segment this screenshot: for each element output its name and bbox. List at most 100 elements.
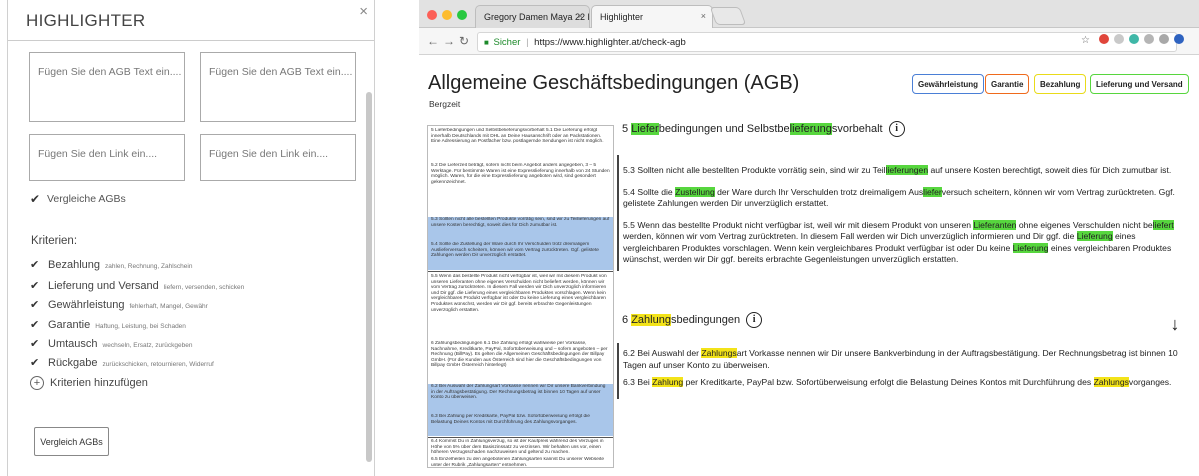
forward-arrow-icon[interactable]: → <box>443 34 455 48</box>
thumb-section-5: 5 Lieferbedingungen und Selbstbelieferun… <box>431 128 604 145</box>
browser-window: Gregory Damen Maya 22 Ruck × Highlighter… <box>419 0 1199 476</box>
checkmark-icon: ✔ <box>30 192 41 206</box>
section-6-heading: 6 Zahlungsbedingungen i <box>622 312 763 328</box>
down-arrow-icon[interactable]: ↓ <box>1166 313 1184 335</box>
extension-icon[interactable] <box>1114 34 1124 44</box>
filter-lieferung-button[interactable]: Lieferung und Versand <box>1090 74 1189 94</box>
criteria-item-gewaehrleistung[interactable]: ✔ Gewährleistung fehlerhaft, Mangel, Gew… <box>30 298 208 311</box>
thumb-divider <box>428 271 613 272</box>
paragraph-5-4: 5.4 Sollte die Zustellung der Ware durch… <box>623 186 1175 208</box>
close-window-icon[interactable] <box>427 10 437 20</box>
criteria-label: Gewährleistung <box>48 299 125 311</box>
page-title: Allgemeine Geschäftsbedingungen (AGB) <box>428 72 800 94</box>
extension-icon[interactable] <box>1099 34 1109 44</box>
secure-label: Sicher <box>493 37 521 48</box>
criteria-keywords: Haftung, Leistung, bei Schaden <box>95 323 186 330</box>
criteria-label: Umtausch <box>48 338 98 350</box>
extension-icon[interactable] <box>1159 34 1169 44</box>
agb-text-input-2[interactable]: Fügen Sie den AGB Text ein.... <box>200 52 356 122</box>
info-icon[interactable]: i <box>746 312 763 328</box>
lock-icon: ■ <box>484 38 489 47</box>
checkmark-icon: ✔ <box>30 280 40 292</box>
link-input-2[interactable]: Fügen Sie den Link ein.... <box>200 134 356 181</box>
extension-icon[interactable] <box>1144 34 1154 44</box>
criteria-label: Garantie <box>48 319 91 331</box>
criteria-keywords: liefern, versenden, schicken <box>163 284 245 291</box>
criteria-label: Lieferung und Versand <box>48 280 159 292</box>
filter-garantie-button[interactable]: Garantie <box>985 74 1030 94</box>
checkmark-icon: ✔ <box>30 338 40 350</box>
section-6-title: 6 Zahlungsbedingungen <box>622 314 741 326</box>
paragraph-5-5: 5.5 Wenn das bestellte Produkt nicht ver… <box>623 219 1174 264</box>
tab-highlighter[interactable]: Highlighter × <box>591 5 713 28</box>
divider <box>8 40 374 41</box>
criteria-item-bezahlung[interactable]: ✔ Bezahlung zahlen, Rechnung, Zahlschein <box>30 258 192 271</box>
plus-circle-icon: + <box>30 376 44 390</box>
thumb-section-6-2: 6.2 Bei Auswahl der Zahlungsart Vorkasse… <box>428 384 613 414</box>
section-6-paragraphs: 6.2 Bei Auswahl der Zahlungsart Vorkasse… <box>617 346 1199 396</box>
tab-close-icon[interactable]: × <box>701 11 706 21</box>
criteria-label: Rückgabe <box>48 357 98 369</box>
criteria-item-garantie[interactable]: ✔ Garantie Haftung, Leistung, bei Schade… <box>30 318 186 331</box>
criteria-keywords: wechseln, Ersatz, zurückgeben <box>102 342 193 349</box>
new-tab-button[interactable] <box>709 7 747 25</box>
address-bar: ← → ↻ ■ Sicher | https://www.highlighter… <box>419 28 1199 55</box>
tab-label: Gregory Damen Maya 22 Ruck <box>484 12 589 22</box>
criteria-keywords: fehlerhaft, Mangel, Gewähr <box>129 303 208 310</box>
panel-title: HIGHLIGHTER <box>26 11 146 30</box>
agb-text-input-1[interactable]: Fügen Sie den AGB Text ein.... <box>29 52 185 122</box>
add-criteria-label: Kriterien hinzufügen <box>50 377 148 389</box>
thumb-section-5-5: 5.5 Wenn das bestellte Produkt nicht ver… <box>431 274 607 313</box>
scrollbar[interactable] <box>366 92 372 462</box>
checkmark-icon: ✔ <box>30 299 40 311</box>
checkmark-icon: ✔ <box>30 319 40 331</box>
thumb-divider <box>428 437 613 438</box>
star-icon[interactable]: ☆ <box>1081 35 1090 46</box>
filter-gewaehrleistung-button[interactable]: Gewährleistung <box>912 74 985 94</box>
url-text: https://www.highlighter.at/check-agb <box>534 37 686 48</box>
close-icon[interactable]: × <box>359 4 368 19</box>
thumb-section-5-4: 5.4 Sollte die Zustellung der Ware durch… <box>428 242 613 270</box>
criteria-title: Kriterien: <box>31 235 78 247</box>
criteria-keywords: zurückschicken, retournieren, Widerruf <box>102 361 214 368</box>
highlighter-panel: HIGHLIGHTER × Fügen Sie den AGB Text ein… <box>7 0 375 476</box>
add-criteria-button[interactable]: + Kriterien hinzufügen <box>30 376 148 390</box>
minimize-window-icon[interactable] <box>442 10 452 20</box>
shop-name: Bergzeit <box>429 99 461 109</box>
extension-icon[interactable] <box>1129 34 1139 44</box>
tab-strip: Gregory Damen Maya 22 Ruck × Highlighter… <box>419 0 1199 28</box>
reload-icon[interactable]: ↻ <box>459 34 469 48</box>
tab-close-icon[interactable]: × <box>578 11 583 21</box>
thumb-section-6-5: 6.5 Einzelheiten zu den angebotenen Zahl… <box>431 457 604 468</box>
thumb-section-6: 6 Zahlungsbedingungen 6.1 Die Zahlung er… <box>431 341 608 369</box>
document-thumbnail[interactable]: 5 Lieferbedingungen und Selbstbelieferun… <box>427 125 614 468</box>
extension-icon[interactable] <box>1174 34 1184 44</box>
thumb-section-6-4: 6.4 Kommst Du in Zahlungsverzug, so ist … <box>431 439 604 456</box>
thumb-section-5-2: 5.2 Die Lieferzeit beträgt, sofern nicht… <box>431 163 610 185</box>
compare-agbs-button[interactable]: Vergleich AGBs <box>34 427 109 456</box>
criteria-keywords: zahlen, Rechnung, Zahlschein <box>105 263 193 270</box>
url-input[interactable]: ■ Sicher | https://www.highlighter.at/ch… <box>477 32 1177 52</box>
tab-gregory[interactable]: Gregory Damen Maya 22 Ruck × <box>475 5 590 28</box>
section-5-paragraphs: 5.3 Sollten nicht alle bestellten Produk… <box>617 163 1199 273</box>
filter-bezahlung-button[interactable]: Bezahlung <box>1034 74 1087 94</box>
paragraph-5-3: 5.3 Sollten nicht alle bestellten Produk… <box>623 165 1172 175</box>
info-icon[interactable]: i <box>888 121 905 137</box>
paragraph-6-2: 6.2 Bei Auswahl der Zahlungsart Vorkasse… <box>623 348 1178 370</box>
compare-checkbox[interactable]: ✔ Vergleiche AGBs <box>30 192 126 206</box>
criteria-label: Bezahlung <box>48 259 100 271</box>
criteria-item-umtausch[interactable]: ✔ Umtausch wechseln, Ersatz, zurückgeben <box>30 337 193 350</box>
criteria-item-lieferung[interactable]: ✔ Lieferung und Versand liefern, versend… <box>30 279 244 292</box>
checkmark-icon: ✔ <box>30 357 40 369</box>
criteria-item-rueckgabe[interactable]: ✔ Rückgabe zurückschicken, retournieren,… <box>30 356 214 369</box>
section-5-title: 5 Lieferbedingungen und Selbstbelieferun… <box>622 123 883 135</box>
link-input-1[interactable]: Fügen Sie den Link ein.... <box>29 134 185 181</box>
thumb-section-6-3: 6.3 Bei Zahlung per Kreditkarte, PayPal … <box>428 414 613 436</box>
section-5-heading: 5 Lieferbedingungen und Selbstbelieferun… <box>622 121 905 137</box>
back-arrow-icon[interactable]: ← <box>427 34 439 48</box>
paragraph-6-3: 6.3 Bei Zahlung per Kreditkarte, PayPal … <box>623 377 1172 387</box>
maximize-window-icon[interactable] <box>457 10 467 20</box>
thumb-section-5-3: 5.3 Sollten nicht alle bestellten Produk… <box>428 217 613 242</box>
tab-label: Highlighter <box>600 12 644 22</box>
checkmark-icon: ✔ <box>30 259 40 271</box>
